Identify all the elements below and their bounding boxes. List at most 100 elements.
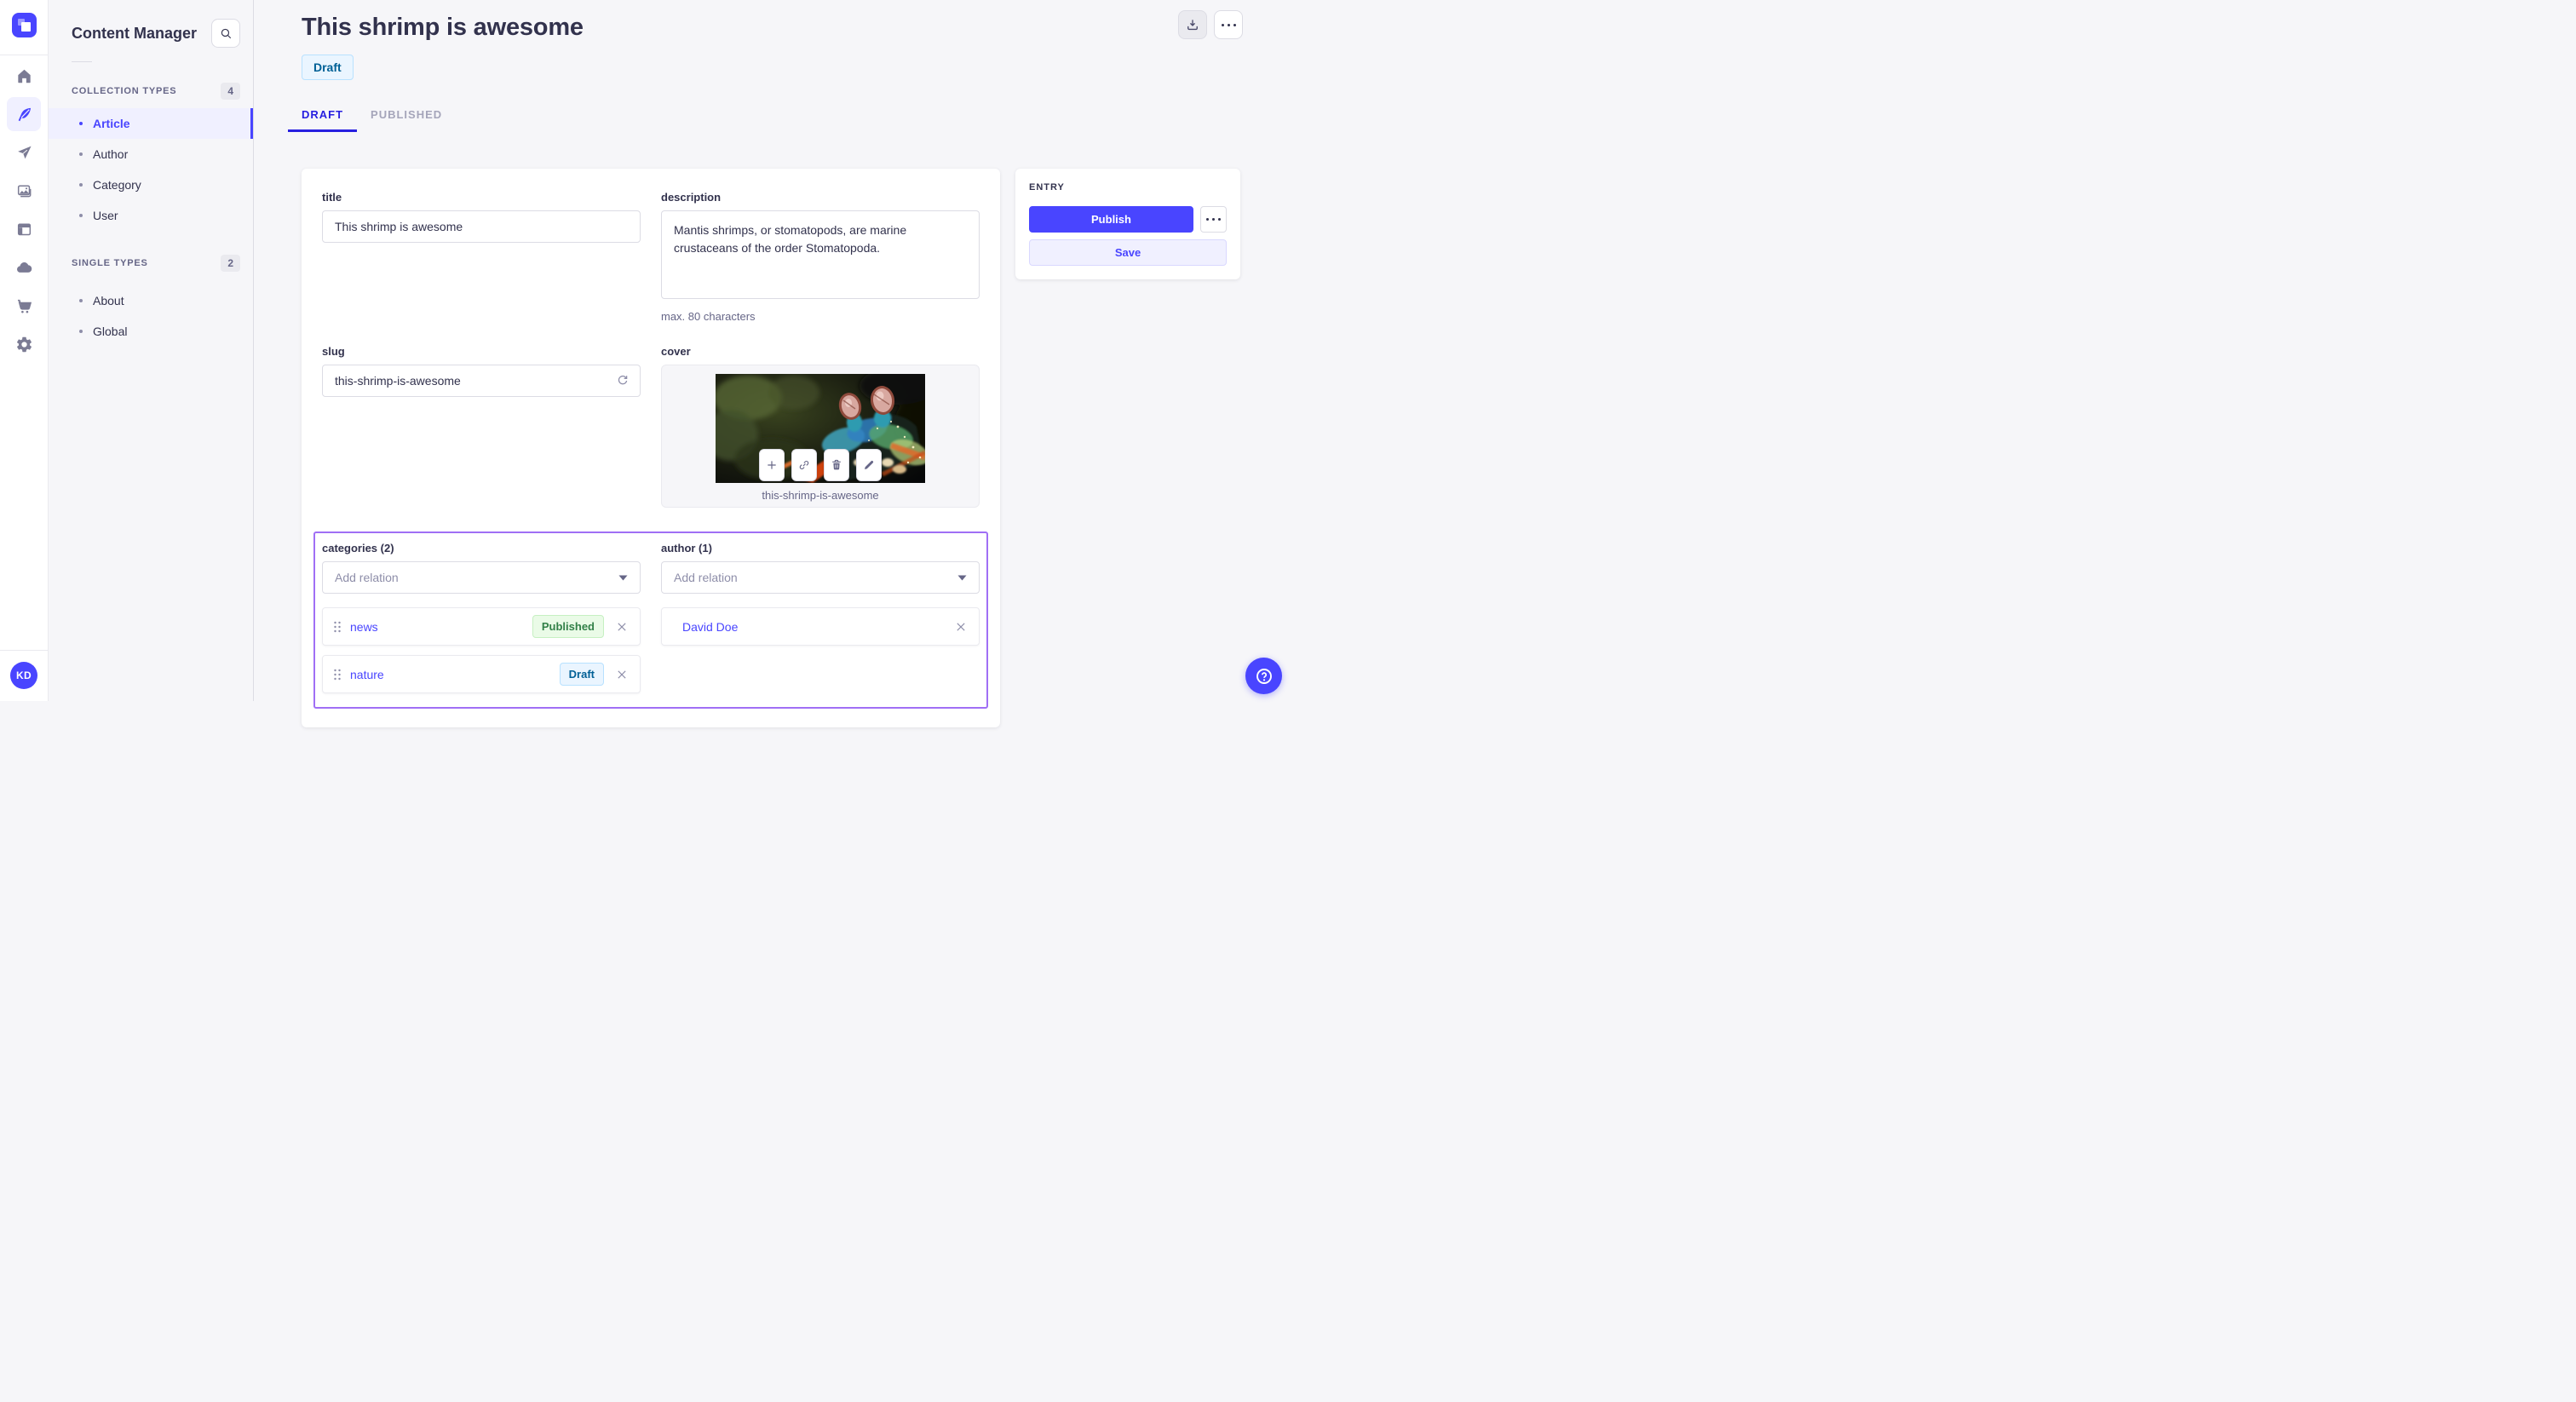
description-textarea[interactable]: Mantis shrimps, or stomatopods, are mari… [661, 210, 980, 299]
bullet-icon [79, 330, 83, 333]
settings-gear-icon[interactable] [7, 327, 41, 361]
ellipsis-icon [1206, 218, 1221, 221]
sidebar-item-global[interactable]: Global [49, 316, 253, 347]
status-pill-draft: Draft [559, 663, 604, 686]
sidebar-item-label: User [93, 209, 118, 222]
copy-link-button[interactable] [791, 449, 817, 481]
app-window: KD Content Manager COLLECTION TYPES 4 Ar… [0, 0, 1288, 727]
section-label-single-types: SINGLE TYPES [72, 258, 148, 268]
title-label: title [322, 191, 342, 204]
edit-media-button[interactable] [856, 449, 882, 481]
user-avatar[interactable]: KD [10, 662, 37, 689]
sidebar-item-article[interactable]: Article [49, 108, 253, 139]
sidebar-item-label: Article [93, 117, 130, 130]
slug-label: slug [322, 345, 345, 358]
sidebar-item-category[interactable]: Category [49, 170, 253, 200]
cover-label: cover [661, 345, 691, 358]
relation-link-david-doe[interactable]: David Doe [682, 620, 738, 634]
trash-icon [832, 459, 841, 470]
section-label-collection-types: COLLECTION TYPES [72, 86, 177, 96]
cover-image [716, 374, 925, 483]
categories-add-relation-select[interactable]: Add relation [322, 561, 641, 594]
export-button[interactable] [1178, 10, 1207, 39]
slug-input[interactable] [322, 365, 641, 397]
description-hint: max. 80 characters [661, 310, 756, 323]
version-tabs: DRAFT PUBLISHED [288, 102, 1240, 132]
media-library-images-icon[interactable] [7, 174, 41, 208]
close-icon [957, 622, 965, 631]
entry-panel: ENTRY Publish Save [1015, 169, 1240, 279]
entry-more-button[interactable] [1200, 206, 1227, 233]
content-type-builder-layout-icon[interactable] [7, 212, 41, 246]
help-button[interactable] [1245, 658, 1282, 694]
remove-relation-button[interactable] [614, 619, 630, 635]
pencil-icon [865, 460, 874, 469]
author-add-relation-select[interactable]: Add relation [661, 561, 980, 594]
tab-draft[interactable]: DRAFT [288, 102, 358, 132]
edit-form-card: title description Mantis shrimps, or sto… [302, 169, 1000, 727]
cloud-icon[interactable] [7, 250, 41, 284]
bullet-icon [79, 214, 83, 217]
author-label: author (1) [661, 542, 712, 554]
sidebar-item-label: Global [93, 325, 128, 338]
refresh-icon [618, 375, 628, 385]
sidebar-item-user[interactable]: User [49, 200, 253, 231]
add-media-button[interactable] [759, 449, 785, 481]
content-manager-feather-icon[interactable] [7, 97, 41, 131]
chevron-down-icon [618, 575, 628, 580]
categories-relation-list: news Published nature Draft [322, 607, 641, 693]
collection-types-count: 4 [221, 83, 240, 100]
title-input[interactable] [322, 210, 641, 243]
bullet-icon [79, 299, 83, 302]
regenerate-slug-button[interactable] [615, 373, 630, 388]
relation-link-nature[interactable]: nature [350, 668, 384, 681]
relation-link-news[interactable]: news [350, 620, 378, 634]
strapi-logo[interactable] [11, 13, 37, 37]
more-options-button[interactable] [1214, 10, 1243, 39]
cart-icon[interactable] [7, 289, 41, 323]
icon-sidebar: KD [0, 0, 49, 701]
sidebar-title: Content Manager [72, 24, 198, 42]
status-pill-published: Published [532, 615, 604, 638]
link-icon [799, 461, 809, 469]
strapi-logo-icon [17, 19, 31, 32]
sidebar-item-about[interactable]: About [49, 285, 253, 316]
bullet-icon [79, 152, 83, 156]
field-author: author (1) Add relation David Doe [661, 542, 980, 693]
sidebar-item-author[interactable]: Author [49, 139, 253, 170]
single-types-count: 2 [221, 255, 240, 272]
ellipsis-icon [1221, 23, 1236, 26]
select-placeholder: Add relation [674, 571, 738, 584]
field-description: description Mantis shrimps, or stomatopo… [661, 191, 980, 323]
field-title: title [322, 191, 641, 323]
sidebar-item-label: Author [93, 147, 129, 161]
relation-row-nature: nature Draft [322, 655, 641, 693]
search-button[interactable] [211, 19, 240, 48]
tab-published[interactable]: PUBLISHED [357, 102, 456, 132]
categories-label: categories (2) [322, 542, 394, 554]
download-icon [1187, 20, 1198, 31]
home-icon[interactable] [7, 59, 41, 93]
content-sidebar: Content Manager COLLECTION TYPES 4 Artic… [49, 0, 254, 701]
publish-button[interactable]: Publish [1029, 206, 1193, 233]
question-mark-icon [1256, 668, 1272, 684]
delete-media-button[interactable] [824, 449, 849, 481]
remove-relation-button[interactable] [614, 667, 630, 682]
cover-actions [759, 449, 882, 481]
remove-relation-button[interactable] [953, 619, 969, 635]
send-icon[interactable] [7, 135, 41, 170]
drag-handle-icon[interactable] [333, 620, 342, 634]
drag-handle-icon[interactable] [333, 668, 342, 681]
close-icon [618, 669, 626, 679]
bullet-icon [79, 122, 83, 125]
search-icon [221, 28, 231, 38]
bullet-icon [79, 183, 83, 187]
status-badge: Draft [302, 55, 354, 80]
field-categories: categories (2) Add relation news Publish… [322, 542, 641, 693]
close-icon [618, 622, 626, 631]
chevron-down-icon [957, 575, 967, 580]
save-button[interactable]: Save [1029, 239, 1227, 266]
cover-widget: this-shrimp-is-awesome [661, 365, 980, 508]
relations-highlight-group: categories (2) Add relation news Publish… [313, 531, 988, 709]
relation-row-david-doe: David Doe [661, 607, 980, 646]
